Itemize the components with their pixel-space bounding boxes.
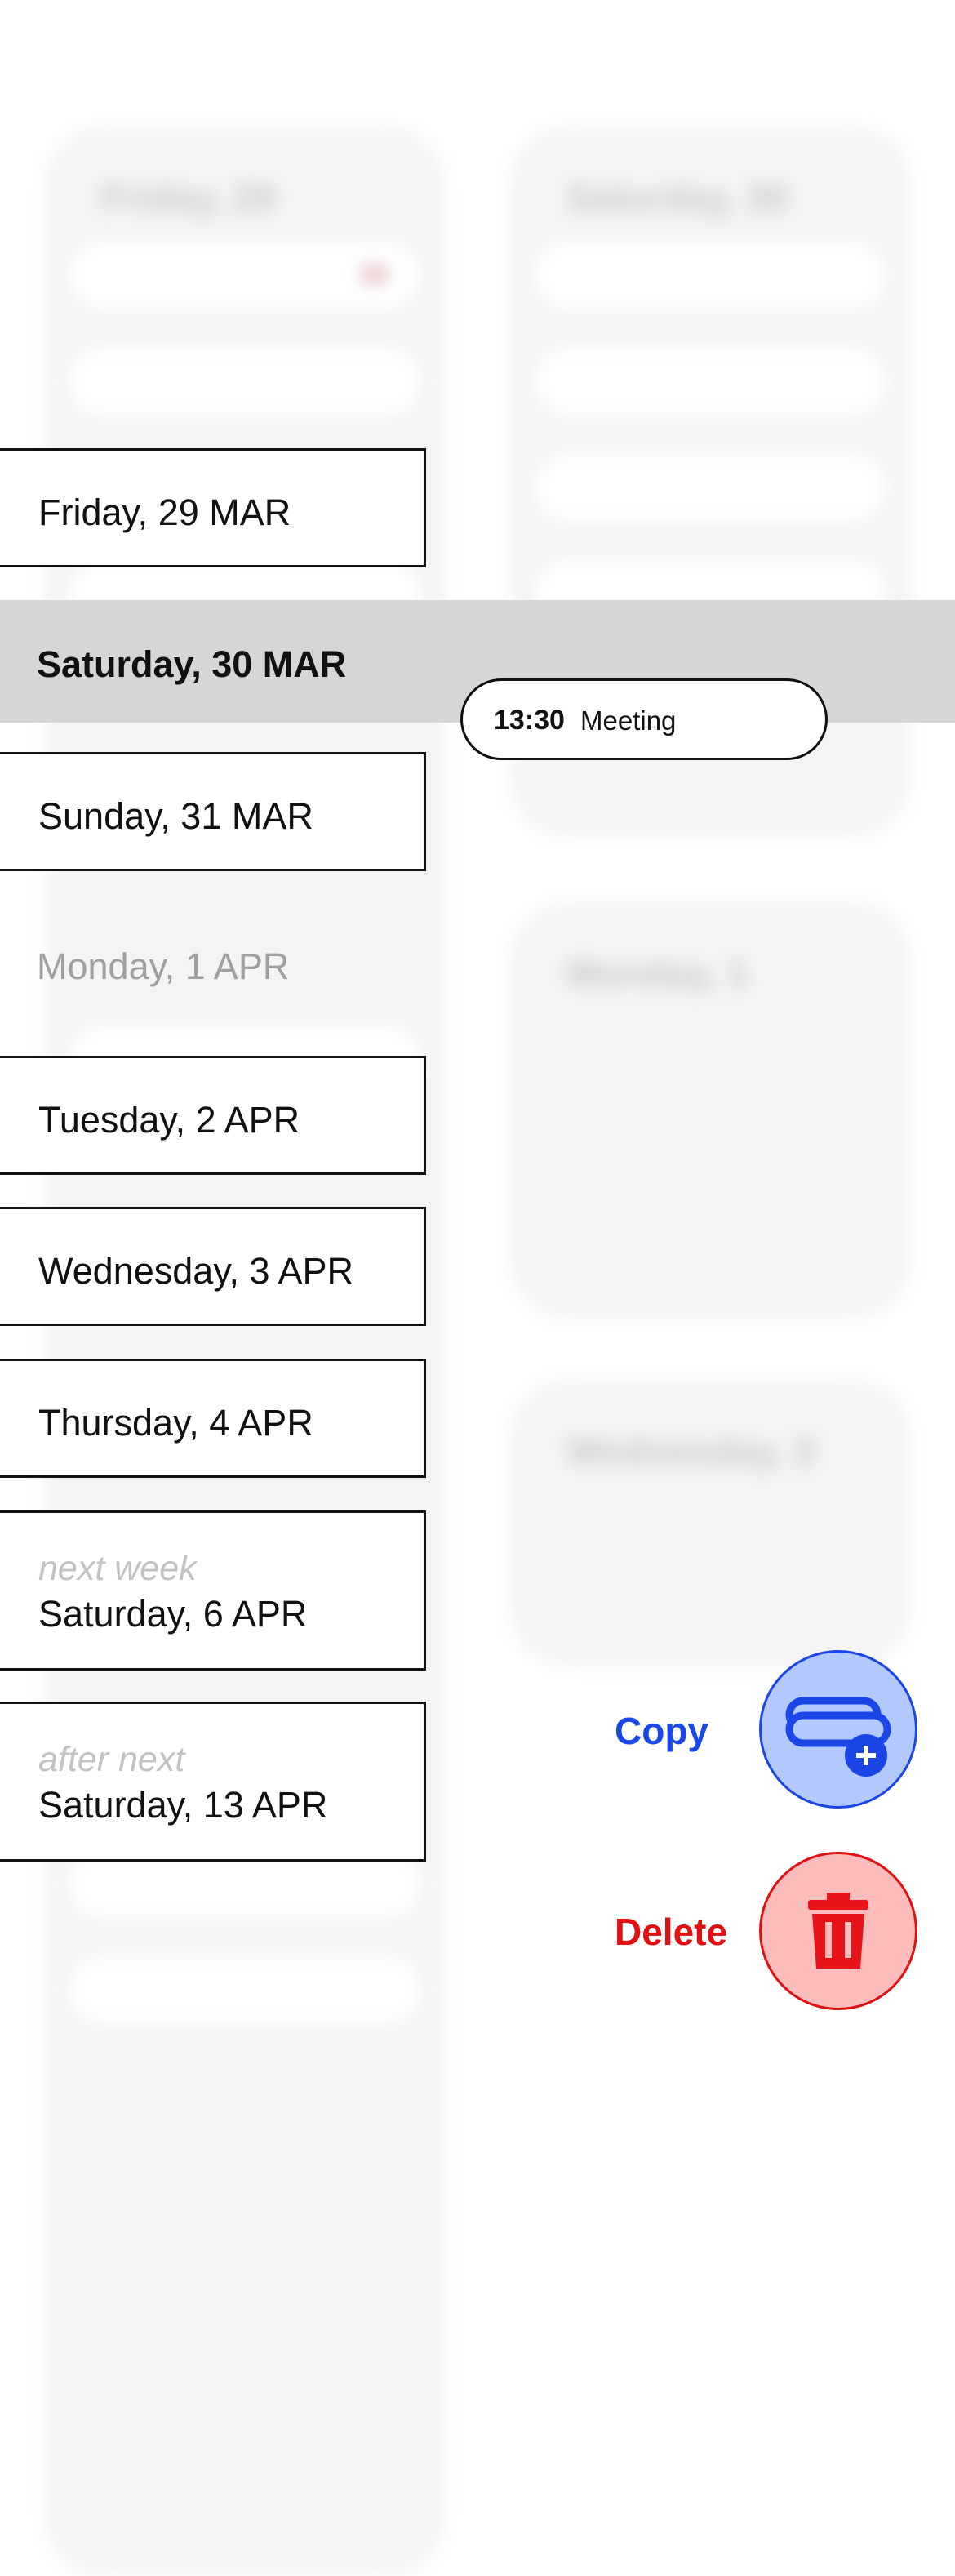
delete-button[interactable] [759, 1852, 917, 2010]
bg-day-title: Wednesday, 3 [567, 1430, 815, 1472]
bg-day-card: Wednesday, 3 [510, 1380, 910, 1666]
bg-day-title: Monday, 1 [567, 952, 748, 994]
event-time: 13:30 [494, 705, 565, 736]
event-title: Meeting [580, 705, 677, 736]
bg-event-pill [535, 241, 886, 309]
date-option-wed-3-apr[interactable]: Wednesday, 3 APR [0, 1207, 426, 1326]
event-copy-plus-icon [785, 1697, 891, 1777]
date-option-label: Friday, 29 MAR [38, 492, 291, 533]
bg-day-title: Saturday, 30 [567, 176, 788, 219]
date-option-after-next-sat-13-apr[interactable]: after next Saturday, 13 APR [0, 1702, 426, 1862]
event-pill-dragged[interactable]: 13:30 Meeting [460, 678, 828, 760]
date-option-label: Wednesday, 3 APR [38, 1250, 354, 1292]
date-option-sublabel: after next [38, 1740, 185, 1779]
date-option-label: Saturday, 6 APR [38, 1593, 308, 1635]
date-option-thu-4-apr[interactable]: Thursday, 4 APR [0, 1359, 426, 1478]
bg-day-card: Monday, 1 [510, 902, 910, 1319]
bg-event-pill [69, 1955, 420, 2024]
bg-day-title: Friday, 29 [102, 176, 275, 219]
bg-event-pill [535, 347, 886, 416]
date-option-sat-30-mar-selected[interactable]: Saturday, 30 MAR [37, 643, 346, 686]
date-option-label: Saturday, 13 APR [38, 1784, 328, 1826]
date-option-fri-29-mar[interactable]: Friday, 29 MAR [0, 448, 426, 567]
date-option-tue-2-apr[interactable]: Tuesday, 2 APR [0, 1056, 426, 1175]
bg-event-pill [69, 347, 420, 416]
bg-event-pill [69, 241, 420, 309]
date-option-label: Thursday, 4 APR [38, 1402, 313, 1444]
trash-icon [808, 1893, 868, 1969]
delete-label[interactable]: Delete [615, 1910, 727, 1954]
date-option-mon-1-apr-disabled: Monday, 1 APR [37, 945, 290, 987]
date-option-next-week-sat-6-apr[interactable]: next week Saturday, 6 APR [0, 1510, 426, 1671]
date-option-sun-31-mar[interactable]: Sunday, 31 MAR [0, 752, 426, 871]
date-option-label: Sunday, 31 MAR [38, 795, 313, 837]
bg-event-pill [535, 453, 886, 522]
date-option-label: Tuesday, 2 APR [38, 1099, 300, 1141]
date-option-sublabel: next week [38, 1549, 197, 1588]
copy-button[interactable] [759, 1650, 917, 1809]
copy-label[interactable]: Copy [615, 1709, 708, 1753]
